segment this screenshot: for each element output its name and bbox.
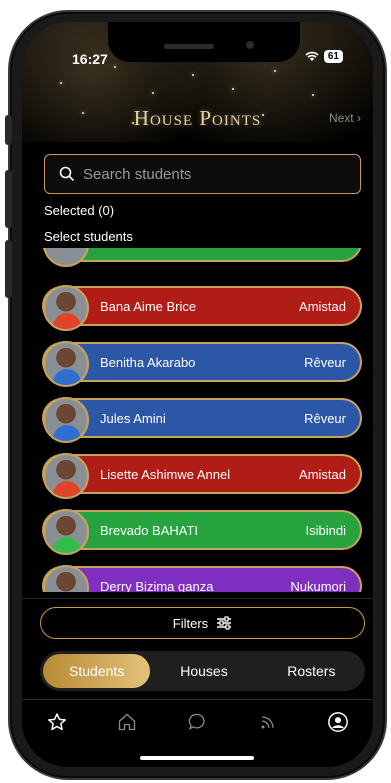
- student-house: Nukumori: [290, 578, 346, 593]
- select-students-header: Select students: [44, 229, 133, 244]
- student-house: Rêveur: [304, 410, 346, 426]
- student-row[interactable]: Lisette Ashimwe Annel Amistad: [42, 453, 362, 499]
- student-row[interactable]: Benitha Akarabo Rêveur: [42, 341, 362, 387]
- screen: 16:27 61 House Points Next › Selected (0…: [22, 22, 373, 767]
- student-row[interactable]: Brevado BAHATI Isibindi: [42, 509, 362, 555]
- tab-houses[interactable]: Houses: [150, 654, 257, 688]
- student-name: Derry Bizima ganza: [100, 578, 214, 593]
- student-avatar: [43, 453, 89, 499]
- student-row[interactable]: Jules Amini Rêveur: [42, 397, 362, 443]
- view-segmented-control[interactable]: Students Houses Rosters: [40, 651, 365, 691]
- chat-icon[interactable]: [182, 707, 212, 737]
- star-icon[interactable]: [42, 707, 72, 737]
- divider: [22, 699, 373, 700]
- divider: [22, 598, 373, 599]
- student-avatar: [43, 285, 89, 331]
- filters-button[interactable]: Filters: [40, 607, 365, 639]
- tab-students[interactable]: Students: [43, 654, 151, 688]
- wifi-icon: [305, 51, 319, 61]
- student-house: Isibindi: [305, 522, 346, 538]
- status-icons: 61: [305, 50, 343, 63]
- student-avatar: [43, 341, 89, 387]
- selected-count: Selected (0): [44, 203, 115, 218]
- student-house: Amistad: [299, 466, 346, 482]
- student-name: Bana Aime Brice: [100, 298, 197, 314]
- student-name: Lisette Ashimwe Annel: [100, 466, 231, 482]
- student-name: Benitha Akarabo: [100, 354, 196, 370]
- student-house: Amistad: [299, 298, 346, 314]
- status-time: 16:27: [72, 51, 108, 67]
- battery-icon: 61: [323, 50, 343, 63]
- search-icon: [59, 166, 75, 182]
- side-button: [5, 115, 12, 145]
- student-list[interactable]: Bana Aime Brice Amistad Benitha Akarabo Rêv…: [22, 248, 373, 592]
- search-input[interactable]: [83, 165, 343, 183]
- profile-icon[interactable]: [323, 707, 353, 737]
- student-avatar: [43, 565, 89, 592]
- student-avatar: [43, 509, 89, 555]
- student-avatar: [43, 248, 89, 267]
- student-name: Jules Amini: [100, 410, 166, 426]
- student-row[interactable]: Bana Aime Brice Amistad: [42, 285, 362, 331]
- student-name: Brevado BAHATI: [100, 522, 199, 538]
- student-row[interactable]: Derry Bizima ganza Nukumori: [42, 565, 362, 593]
- student-avatar: [43, 397, 89, 443]
- tab-bar: [22, 707, 373, 737]
- next-label: Next: [328, 111, 354, 125]
- student-row[interactable]: [42, 248, 362, 267]
- home-indicator: [140, 756, 254, 760]
- next-button[interactable]: Next ›: [329, 111, 361, 125]
- search-field[interactable]: [44, 154, 361, 194]
- dynamic-island: [108, 22, 300, 62]
- home-icon[interactable]: [112, 707, 142, 737]
- filters-label: Filters: [172, 615, 209, 631]
- sliders-icon: [217, 616, 232, 630]
- side-button: [5, 170, 12, 228]
- student-house: Rêveur: [304, 354, 346, 370]
- feed-icon[interactable]: [253, 707, 283, 737]
- page-title: House Points: [133, 106, 262, 130]
- tab-rosters[interactable]: Rosters: [258, 654, 365, 688]
- side-button: [5, 240, 12, 298]
